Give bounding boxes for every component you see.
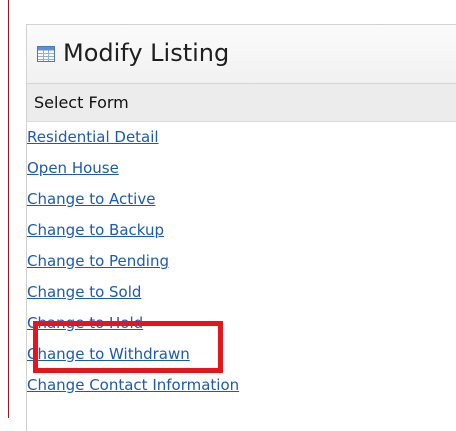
table-icon — [37, 46, 55, 62]
open-house-link[interactable]: Open House — [27, 159, 119, 177]
list-item: Change to Withdrawn — [27, 344, 239, 375]
change-contact-information-link[interactable]: Change Contact Information — [27, 376, 239, 394]
page-title: Modify Listing — [63, 39, 230, 67]
list-item: Change to Pending — [27, 251, 239, 282]
change-to-pending-link[interactable]: Change to Pending — [27, 252, 169, 270]
select-form-bar: Select Form — [27, 84, 456, 122]
list-item: Change to Sold — [27, 282, 239, 313]
change-to-backup-link[interactable]: Change to Backup — [27, 221, 164, 239]
list-item: Open House — [27, 158, 239, 189]
panel-header: Modify Listing — [27, 25, 456, 84]
page: Modify Listing Select Form Residential D… — [0, 0, 456, 431]
list-item: Residential Detail — [27, 127, 239, 158]
list-item: Change Contact Information — [27, 375, 239, 406]
left-divider — [8, 0, 9, 418]
residential-detail-link[interactable]: Residential Detail — [27, 128, 159, 146]
select-form-label: Select Form — [34, 93, 129, 112]
list-item: Change to Backup — [27, 220, 239, 251]
change-to-sold-link[interactable]: Change to Sold — [27, 283, 141, 301]
form-link-list: Residential Detail Open House Change to … — [27, 127, 239, 406]
change-to-withdrawn-link[interactable]: Change to Withdrawn — [27, 345, 190, 363]
change-to-active-link[interactable]: Change to Active — [27, 190, 155, 208]
list-item: Change to Hold — [27, 313, 239, 344]
list-item: Change to Active — [27, 189, 239, 220]
change-to-hold-link[interactable]: Change to Hold — [27, 314, 143, 332]
